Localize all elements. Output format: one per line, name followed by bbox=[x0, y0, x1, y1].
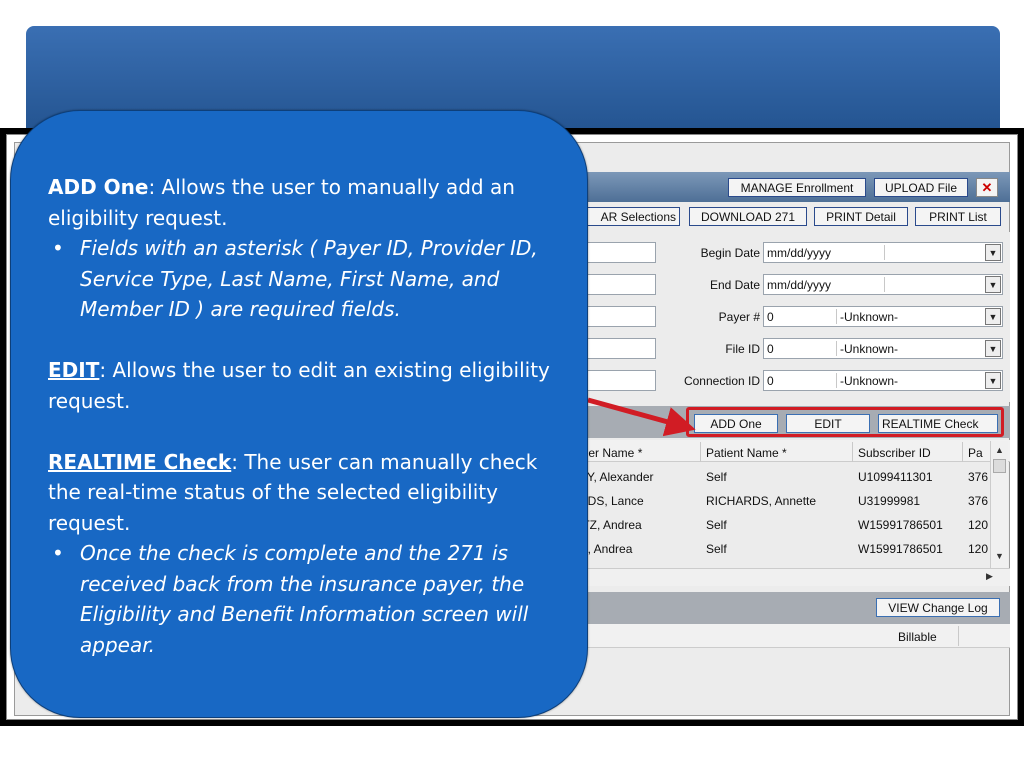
realtime-description: REALTIME Check: The user can manually ch… bbox=[48, 447, 568, 539]
add-one-bullet-text: Fields with an asterisk ( Payer ID, Prov… bbox=[80, 236, 538, 321]
realtime-term: REALTIME Check bbox=[48, 449, 232, 474]
add-one-description: ADD One: Allows the user to manually add… bbox=[48, 172, 568, 233]
edit-text: : Allows the user to edit an existing el… bbox=[48, 358, 550, 413]
add-one-term: ADD One bbox=[48, 175, 149, 199]
slide: { "callout": { "add_one_title": "ADD One… bbox=[0, 0, 1024, 768]
add-one-bullet: • Fields with an asterisk ( Payer ID, Pro… bbox=[52, 236, 538, 321]
edit-description: EDIT: Allows the user to edit an existin… bbox=[48, 355, 568, 416]
callout-text: ADD One: Allows the user to manually add… bbox=[48, 172, 568, 660]
edit-term: EDIT bbox=[48, 358, 100, 382]
realtime-bullet: • Once the check is complete and the 271 … bbox=[52, 541, 529, 657]
realtime-bullet-text: Once the check is complete and the 271 i… bbox=[80, 541, 529, 657]
